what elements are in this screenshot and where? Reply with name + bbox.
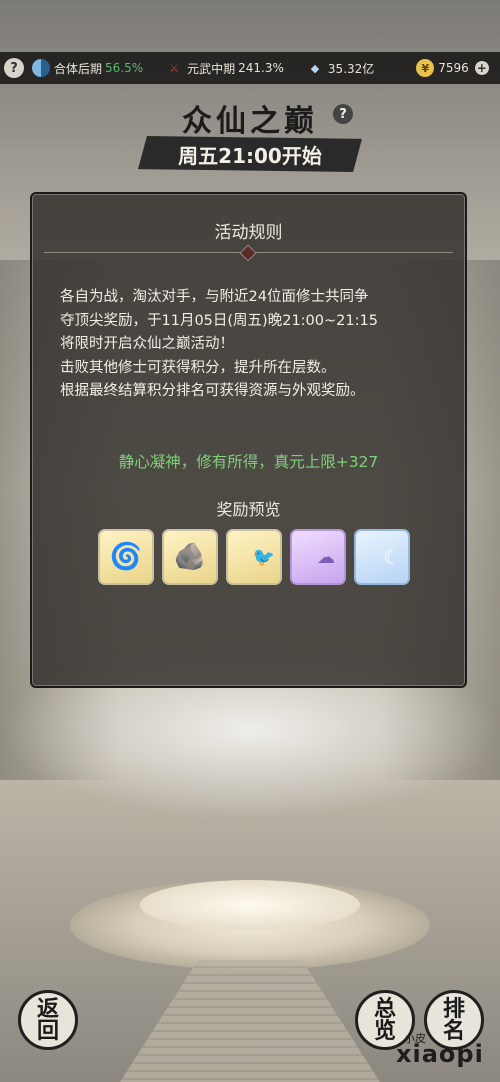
overview-label-2: 览 — [373, 1018, 396, 1044]
blue-frame-icon: ☾ — [383, 545, 401, 569]
reward-list: 🌀 🪨 🐦 ☁ ☾ — [98, 529, 410, 585]
help-icon[interactable]: ? — [4, 58, 24, 78]
taiji-icon — [32, 59, 50, 77]
rule-line: 夺顶尖奖励，于11月05日(周五)晚21:00~21:15 — [60, 312, 378, 329]
swirl-stone-icon: 🌀 — [109, 542, 143, 572]
rules-text: 各自为战，淘汰对手，与附近24位面修士共同争 夺顶尖奖励，于11月05日(周五)… — [60, 286, 445, 404]
realm-stat: 合体后期 56.5% — [32, 59, 143, 77]
overview-label-1: 总 — [373, 996, 396, 1022]
scroll-icon: 🐦 — [252, 546, 276, 568]
add-coin-button[interactable]: + — [474, 61, 489, 75]
rule-line: 击败其他修士可获得积分，提升所在层数。 — [60, 359, 336, 376]
rank-label-1: 排 — [442, 996, 465, 1022]
stairs — [120, 960, 380, 1082]
rank-label-2: 名 — [442, 1018, 465, 1044]
watermark-logo: xiaopi — [396, 1040, 484, 1068]
reward-item[interactable]: ☁ — [290, 529, 346, 585]
realm-pct: 56.5% — [105, 61, 144, 75]
rule-line: 将限时开启众仙之巅活动！ — [60, 336, 234, 352]
back-button[interactable]: 返 回 — [18, 990, 78, 1050]
weapon-icon: ⚔ — [169, 61, 180, 75]
ore-icon: 🪨 — [173, 542, 207, 572]
coin-value: 7596 — [438, 61, 469, 75]
crystal-value: 35.32亿 — [327, 61, 375, 76]
rule-line: 各自为战，淘汰对手，与附近24位面修士共同争 — [60, 289, 369, 305]
page-title: 众仙之巅 — [182, 104, 318, 139]
crystal-icon: ◆ — [310, 61, 320, 75]
reward-title: 奖励预览 — [216, 500, 281, 519]
crystal-stat: ◆ 35.32亿 — [306, 59, 375, 77]
panel-title: 活动规则 — [214, 223, 283, 243]
coin-icon: ¥ — [416, 59, 435, 77]
reward-item[interactable]: ☾ — [354, 529, 410, 585]
title-help-icon[interactable]: ? — [333, 104, 353, 124]
martial-stat: ⚔ 元武中期 241.3% — [165, 59, 284, 77]
purple-frame-icon: ☁ — [317, 546, 335, 568]
platform-glow — [140, 880, 360, 930]
realm-label: 合体后期 — [54, 61, 103, 76]
resource-bar: ? 合体后期 56.5% ⚔ 元武中期 241.3% ◆ 35.32亿 ¥ 75… — [0, 52, 500, 84]
reward-item[interactable]: 🐦 — [226, 529, 282, 585]
rule-line: 根据最终结算积分排名可获得资源与外观奖励。 — [60, 383, 365, 399]
reward-item[interactable]: 🪨 — [162, 529, 218, 585]
martial-pct: 241.3% — [238, 61, 284, 75]
rules-panel: 活动规则 各自为战，淘汰对手，与附近24位面修士共同争 夺顶尖奖励，于11月05… — [30, 192, 467, 688]
reward-item[interactable]: 🌀 — [98, 529, 154, 585]
back-label-2: 回 — [36, 1018, 59, 1044]
martial-label: 元武中期 — [187, 61, 236, 76]
start-time-banner: 周五21:00开始 — [138, 136, 362, 172]
back-label-1: 返 — [36, 996, 59, 1022]
divider-ornament — [239, 244, 257, 262]
coin-stat: ¥ 7596 + — [416, 59, 489, 77]
bonus-text: 静心凝神，修有所得，真元上限+327 — [118, 453, 379, 471]
